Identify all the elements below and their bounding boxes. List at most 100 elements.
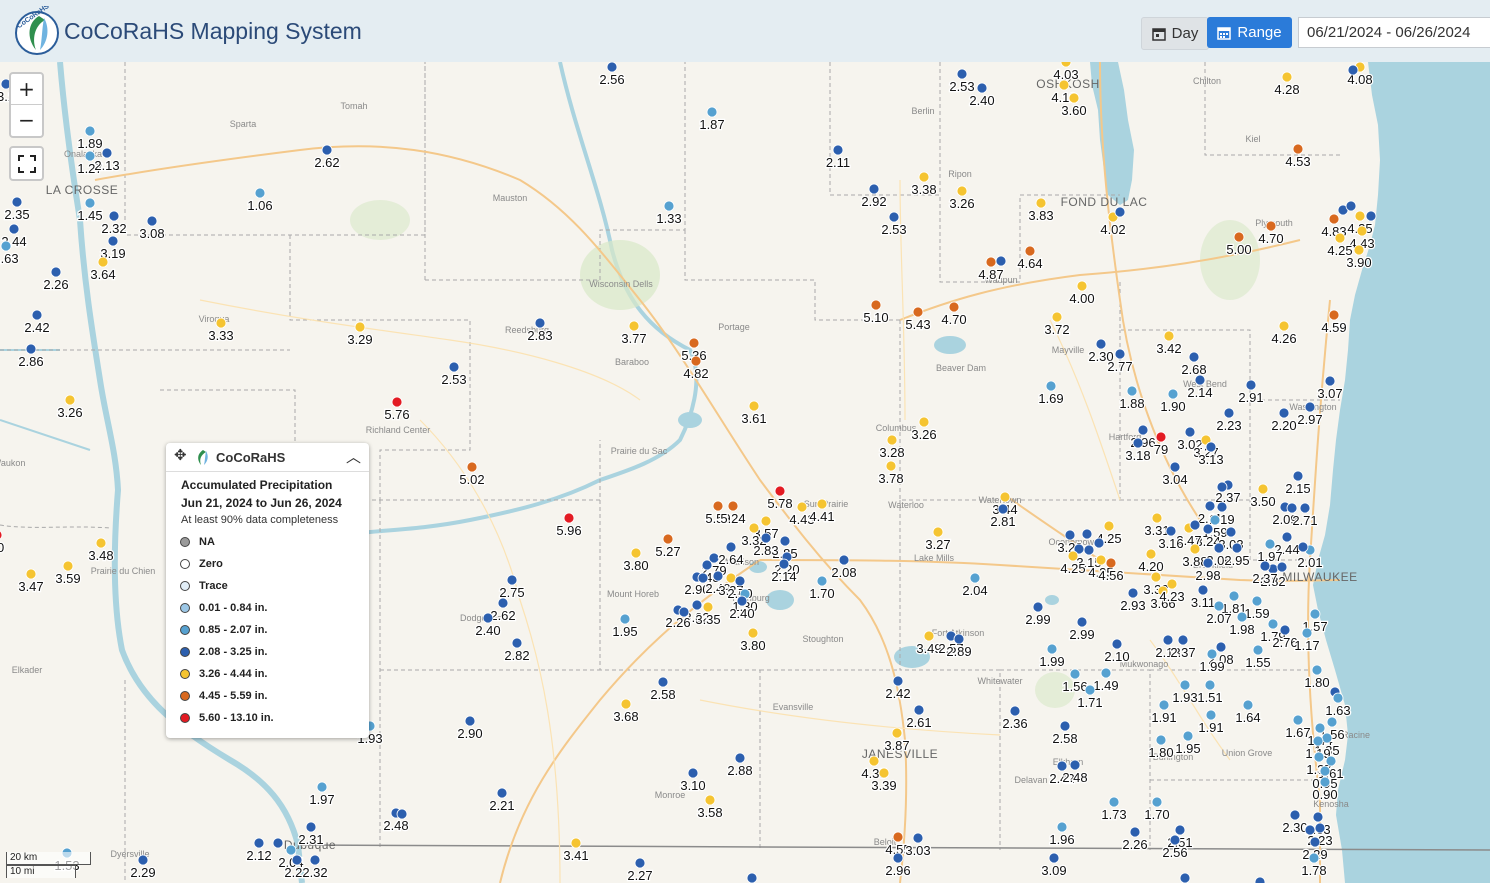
station-dot[interactable] [1064,529,1076,541]
station-dot[interactable] [107,235,119,247]
station-marker[interactable]: 1.70 [1143,796,1171,823]
station-dot[interactable] [1169,834,1181,846]
station-dot[interactable] [948,301,960,313]
station-marker[interactable] [678,606,690,618]
station-dot[interactable] [291,854,303,866]
station-dot[interactable] [1155,734,1167,746]
station-marker[interactable]: 5.00 [1225,231,1253,258]
station-marker[interactable]: 3.26 [56,394,84,421]
station-dot[interactable] [1204,500,1216,512]
station-marker[interactable]: 2.58 [649,676,677,703]
station-dot[interactable] [1213,600,1225,612]
station-dot[interactable] [1233,231,1245,243]
station-marker[interactable]: 2.56 [598,62,626,88]
station-dot[interactable] [101,147,113,159]
station-dot[interactable] [870,299,882,311]
station-marker[interactable]: 5.24 [719,500,747,527]
station-dot[interactable] [1163,330,1175,342]
station-marker[interactable]: 2.32 [100,210,128,237]
station-marker[interactable]: 2.90 [456,715,484,742]
station-dot[interactable] [1103,520,1115,532]
station-marker[interactable] [1179,872,1191,883]
station-dot[interactable] [1332,692,1344,704]
station-dot[interactable] [97,256,109,268]
station-marker[interactable]: 2.04 [961,572,989,599]
station-dot[interactable] [838,554,850,566]
station-dot[interactable] [1095,554,1107,566]
station-dot[interactable] [84,125,96,137]
station-dot[interactable] [1114,348,1126,360]
station-dot[interactable] [1292,470,1304,482]
station-marker[interactable]: 3.48 [87,537,115,564]
station-dot[interactable] [1051,311,1063,323]
station-dot[interactable] [1083,544,1095,556]
station-marker[interactable]: 1.64 [1234,699,1262,726]
station-dot[interactable] [712,570,724,582]
station-dot[interactable] [1150,571,1162,583]
station-marker[interactable] [1081,528,1093,540]
station-dot[interactable] [748,400,760,412]
station-dot[interactable] [868,183,880,195]
station-dot[interactable] [1084,684,1096,696]
station-dot[interactable] [1321,732,1333,744]
station-marker[interactable]: 2.27 [626,857,654,883]
station-dot[interactable] [892,831,904,843]
station-marker[interactable]: 5.02 [458,461,486,488]
station-dot[interactable] [918,171,930,183]
station-dot[interactable] [305,821,317,833]
station-marker[interactable]: 2.53 [948,68,976,95]
station-dot[interactable] [1068,92,1080,104]
station-dot[interactable] [918,416,930,428]
station-marker[interactable]: 2.53 [880,211,908,238]
station-dot[interactable] [1059,720,1071,732]
station-marker[interactable]: 1.95 [611,613,639,640]
station-dot[interactable] [1202,557,1214,569]
station-dot[interactable] [657,676,669,688]
station-marker[interactable]: 5.43 [904,306,932,333]
station-dot[interactable] [997,503,1009,515]
station-marker[interactable]: 1.90 [1159,388,1187,415]
station-marker[interactable] [1189,519,1201,531]
station-dot[interactable] [1242,699,1254,711]
station-marker[interactable]: 5.78 [766,485,794,512]
station-marker[interactable]: 5.76 [383,396,411,423]
station-dot[interactable] [272,837,284,849]
station-dot[interactable] [1356,225,1368,237]
zoom-out-button[interactable]: − [11,105,42,135]
station-marker[interactable]: 3.10 [679,767,707,794]
station-dot[interactable] [712,500,724,512]
station-dot[interactable] [1297,541,1309,553]
station-marker[interactable]: 4.00 [1068,280,1096,307]
station-marker[interactable]: 1.55 [1244,644,1272,671]
station-marker[interactable]: 3.72 [1043,311,1071,338]
station-dot[interactable] [1264,538,1276,550]
station-marker[interactable]: 2.12 [245,837,273,864]
station-dot[interactable] [466,461,478,473]
station-dot[interactable] [1325,755,1337,767]
station-marker[interactable]: 2.83 [526,317,554,344]
station-dot[interactable] [1345,200,1357,212]
station-dot[interactable] [1056,821,1068,833]
move-icon[interactable]: ✥ [174,446,187,464]
station-marker[interactable]: 3.26 [910,416,938,443]
station-dot[interactable] [892,852,904,864]
station-dot[interactable] [1184,426,1196,438]
station-dot[interactable] [1069,759,1081,771]
station-dot[interactable] [1076,616,1088,628]
station-dot[interactable] [50,266,62,278]
station-dot[interactable] [84,197,96,209]
station-marker[interactable]: 3.11 [1190,584,1216,611]
station-dot[interactable] [1304,824,1316,836]
station-dot[interactable] [1194,374,1206,386]
station-dot[interactable] [779,535,791,547]
station-marker[interactable]: 1.80 [1147,734,1175,761]
station-dot[interactable] [1311,664,1323,676]
station-dot[interactable] [1252,644,1264,656]
station-dot[interactable] [816,498,828,510]
station-dot[interactable] [748,522,760,534]
station-dot[interactable] [734,575,746,587]
station-dot[interactable] [912,306,924,318]
station-dot[interactable] [760,532,772,544]
station-marker[interactable]: 3.47 [17,568,45,595]
station-dot[interactable] [868,755,880,767]
